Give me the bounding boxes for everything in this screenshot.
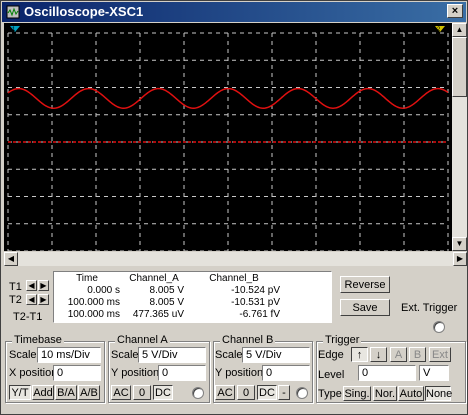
reverse-button[interactable]: Reverse — [340, 276, 390, 293]
header-channel-a: Channel_A — [129, 273, 179, 284]
t1-channel-b: -10.524 pV — [231, 285, 280, 296]
t2-time: 100.000 ms — [67, 297, 120, 308]
scroll-right-arrow-icon[interactable]: ▶ — [453, 252, 467, 266]
channel-a-title: Channel A — [115, 334, 170, 346]
measurement-readout: Time Channel_A Channel_B 0.000 s 8.005 V… — [53, 271, 332, 323]
trigger-source-a-button[interactable]: A — [390, 347, 407, 362]
trigger-edge-label: Edge — [318, 349, 344, 361]
trigger-level-label: Level — [318, 369, 345, 381]
title-bar[interactable]: Oscilloscope-XSC1 × — [2, 2, 466, 22]
t2-t1-label: T2-T1 — [13, 311, 43, 323]
channel-a-terminal[interactable] — [192, 387, 204, 399]
t2-right-arrow-icon[interactable]: ▶ — [38, 294, 49, 305]
t1-time: 0.000 s — [87, 285, 120, 296]
t2-channel-a: 8.005 V — [149, 297, 184, 308]
x-position-field[interactable]: 0 — [53, 365, 101, 381]
edge-rising-icon[interactable]: ↑ — [351, 347, 368, 362]
trigger-source-ext-button[interactable]: Ext — [429, 347, 451, 362]
mode-ba-button[interactable]: B/A — [55, 385, 77, 400]
close-icon: × — [451, 5, 459, 17]
trigger-level-field[interactable]: 0 — [358, 365, 416, 381]
close-button[interactable]: × — [447, 4, 463, 18]
x-position-label: X position — [9, 367, 58, 379]
trigger-single-button[interactable]: Sing. — [343, 386, 371, 401]
mode-yt-button[interactable]: Y/T — [9, 385, 31, 400]
mode-ab-button[interactable]: A/B — [78, 385, 100, 400]
oscilloscope-app-icon — [6, 5, 20, 19]
delta-channel-b: -6.761 fV — [239, 309, 280, 320]
vertical-scrollbar[interactable]: ▲ ▼ — [452, 23, 467, 251]
trigger-auto-button[interactable]: Auto — [398, 386, 424, 401]
timebase-title: Timebase — [12, 334, 64, 346]
channel-b-ac-button[interactable]: AC — [215, 385, 235, 400]
channel-b-zero-button[interactable]: 0 — [237, 385, 255, 400]
timebase-scale-label: Scale — [9, 349, 37, 361]
channel-b-ypos-field[interactable]: 0 — [262, 365, 310, 381]
header-time: Time — [76, 273, 98, 284]
channel-a-ac-button[interactable]: AC — [111, 385, 131, 400]
scroll-thumb[interactable] — [452, 37, 467, 97]
scope-graticule: 1 2 — [7, 26, 449, 252]
t2-channel-b: -10.531 pV — [231, 297, 280, 308]
channel-b-terminal[interactable] — [296, 387, 308, 399]
timebase-scale-field[interactable]: 10 ms/Div — [37, 347, 101, 363]
t1-left-arrow-icon[interactable]: ◀ — [26, 280, 37, 291]
scroll-down-arrow-icon[interactable]: ▼ — [452, 237, 467, 251]
trigger-level-unit[interactable]: V — [419, 365, 449, 381]
save-button[interactable]: Save — [340, 299, 390, 316]
header-channel-b: Channel_B — [209, 273, 259, 284]
channel-a-scale-label: Scale — [111, 349, 139, 361]
t1-channel-a: 8.005 V — [149, 285, 184, 296]
t1-label: T1 — [9, 281, 22, 293]
channel-a-ypos-label: Y position — [111, 367, 160, 379]
mode-add-button[interactable]: Add — [32, 385, 54, 400]
ext-trigger-terminal[interactable] — [433, 321, 445, 333]
t2-left-arrow-icon[interactable]: ◀ — [26, 294, 37, 305]
window-title: Oscilloscope-XSC1 — [24, 4, 144, 19]
trigger-source-b-button[interactable]: B — [409, 347, 426, 362]
trigger-none-button[interactable]: None — [425, 386, 452, 401]
oscilloscope-window: Oscilloscope-XSC1 × 1 2 ▲ ▼ ◀ ▶ T1 ◀ ▶ T… — [0, 0, 468, 415]
trigger-title: Trigger — [323, 334, 362, 346]
t1-right-arrow-icon[interactable]: ▶ — [38, 280, 49, 291]
channel-b-ypos-label: Y position — [215, 367, 264, 379]
t2-label: T2 — [9, 294, 22, 306]
edge-falling-icon[interactable]: ↓ — [370, 347, 387, 362]
delta-channel-a: 477.365 uV — [132, 309, 184, 320]
channel-b-minus-button[interactable]: - — [278, 385, 290, 400]
channel-b-scale-label: Scale — [215, 349, 243, 361]
scroll-left-arrow-icon[interactable]: ◀ — [4, 252, 18, 266]
delta-time: 100.000 ms — [67, 309, 120, 320]
channel-a-scale-field[interactable]: 5 V/Div — [138, 347, 206, 363]
trigger-type-label: Type — [318, 388, 342, 400]
channel-a-dc-button[interactable]: DC — [153, 385, 173, 400]
trigger-normal-button[interactable]: Nor. — [373, 386, 397, 401]
scope-display: 1 2 — [4, 23, 452, 252]
channel-b-scale-field[interactable]: 5 V/Div — [242, 347, 310, 363]
horizontal-scrollbar[interactable]: ◀ ▶ — [4, 252, 467, 266]
channel-b-dc-button[interactable]: DC — [257, 385, 277, 400]
ext-trigger-label: Ext. Trigger — [401, 302, 458, 314]
scroll-up-arrow-icon[interactable]: ▲ — [452, 23, 467, 37]
channel-a-zero-button[interactable]: 0 — [133, 385, 151, 400]
channel-a-ypos-field[interactable]: 0 — [158, 365, 206, 381]
channel-b-title: Channel B — [220, 334, 276, 346]
